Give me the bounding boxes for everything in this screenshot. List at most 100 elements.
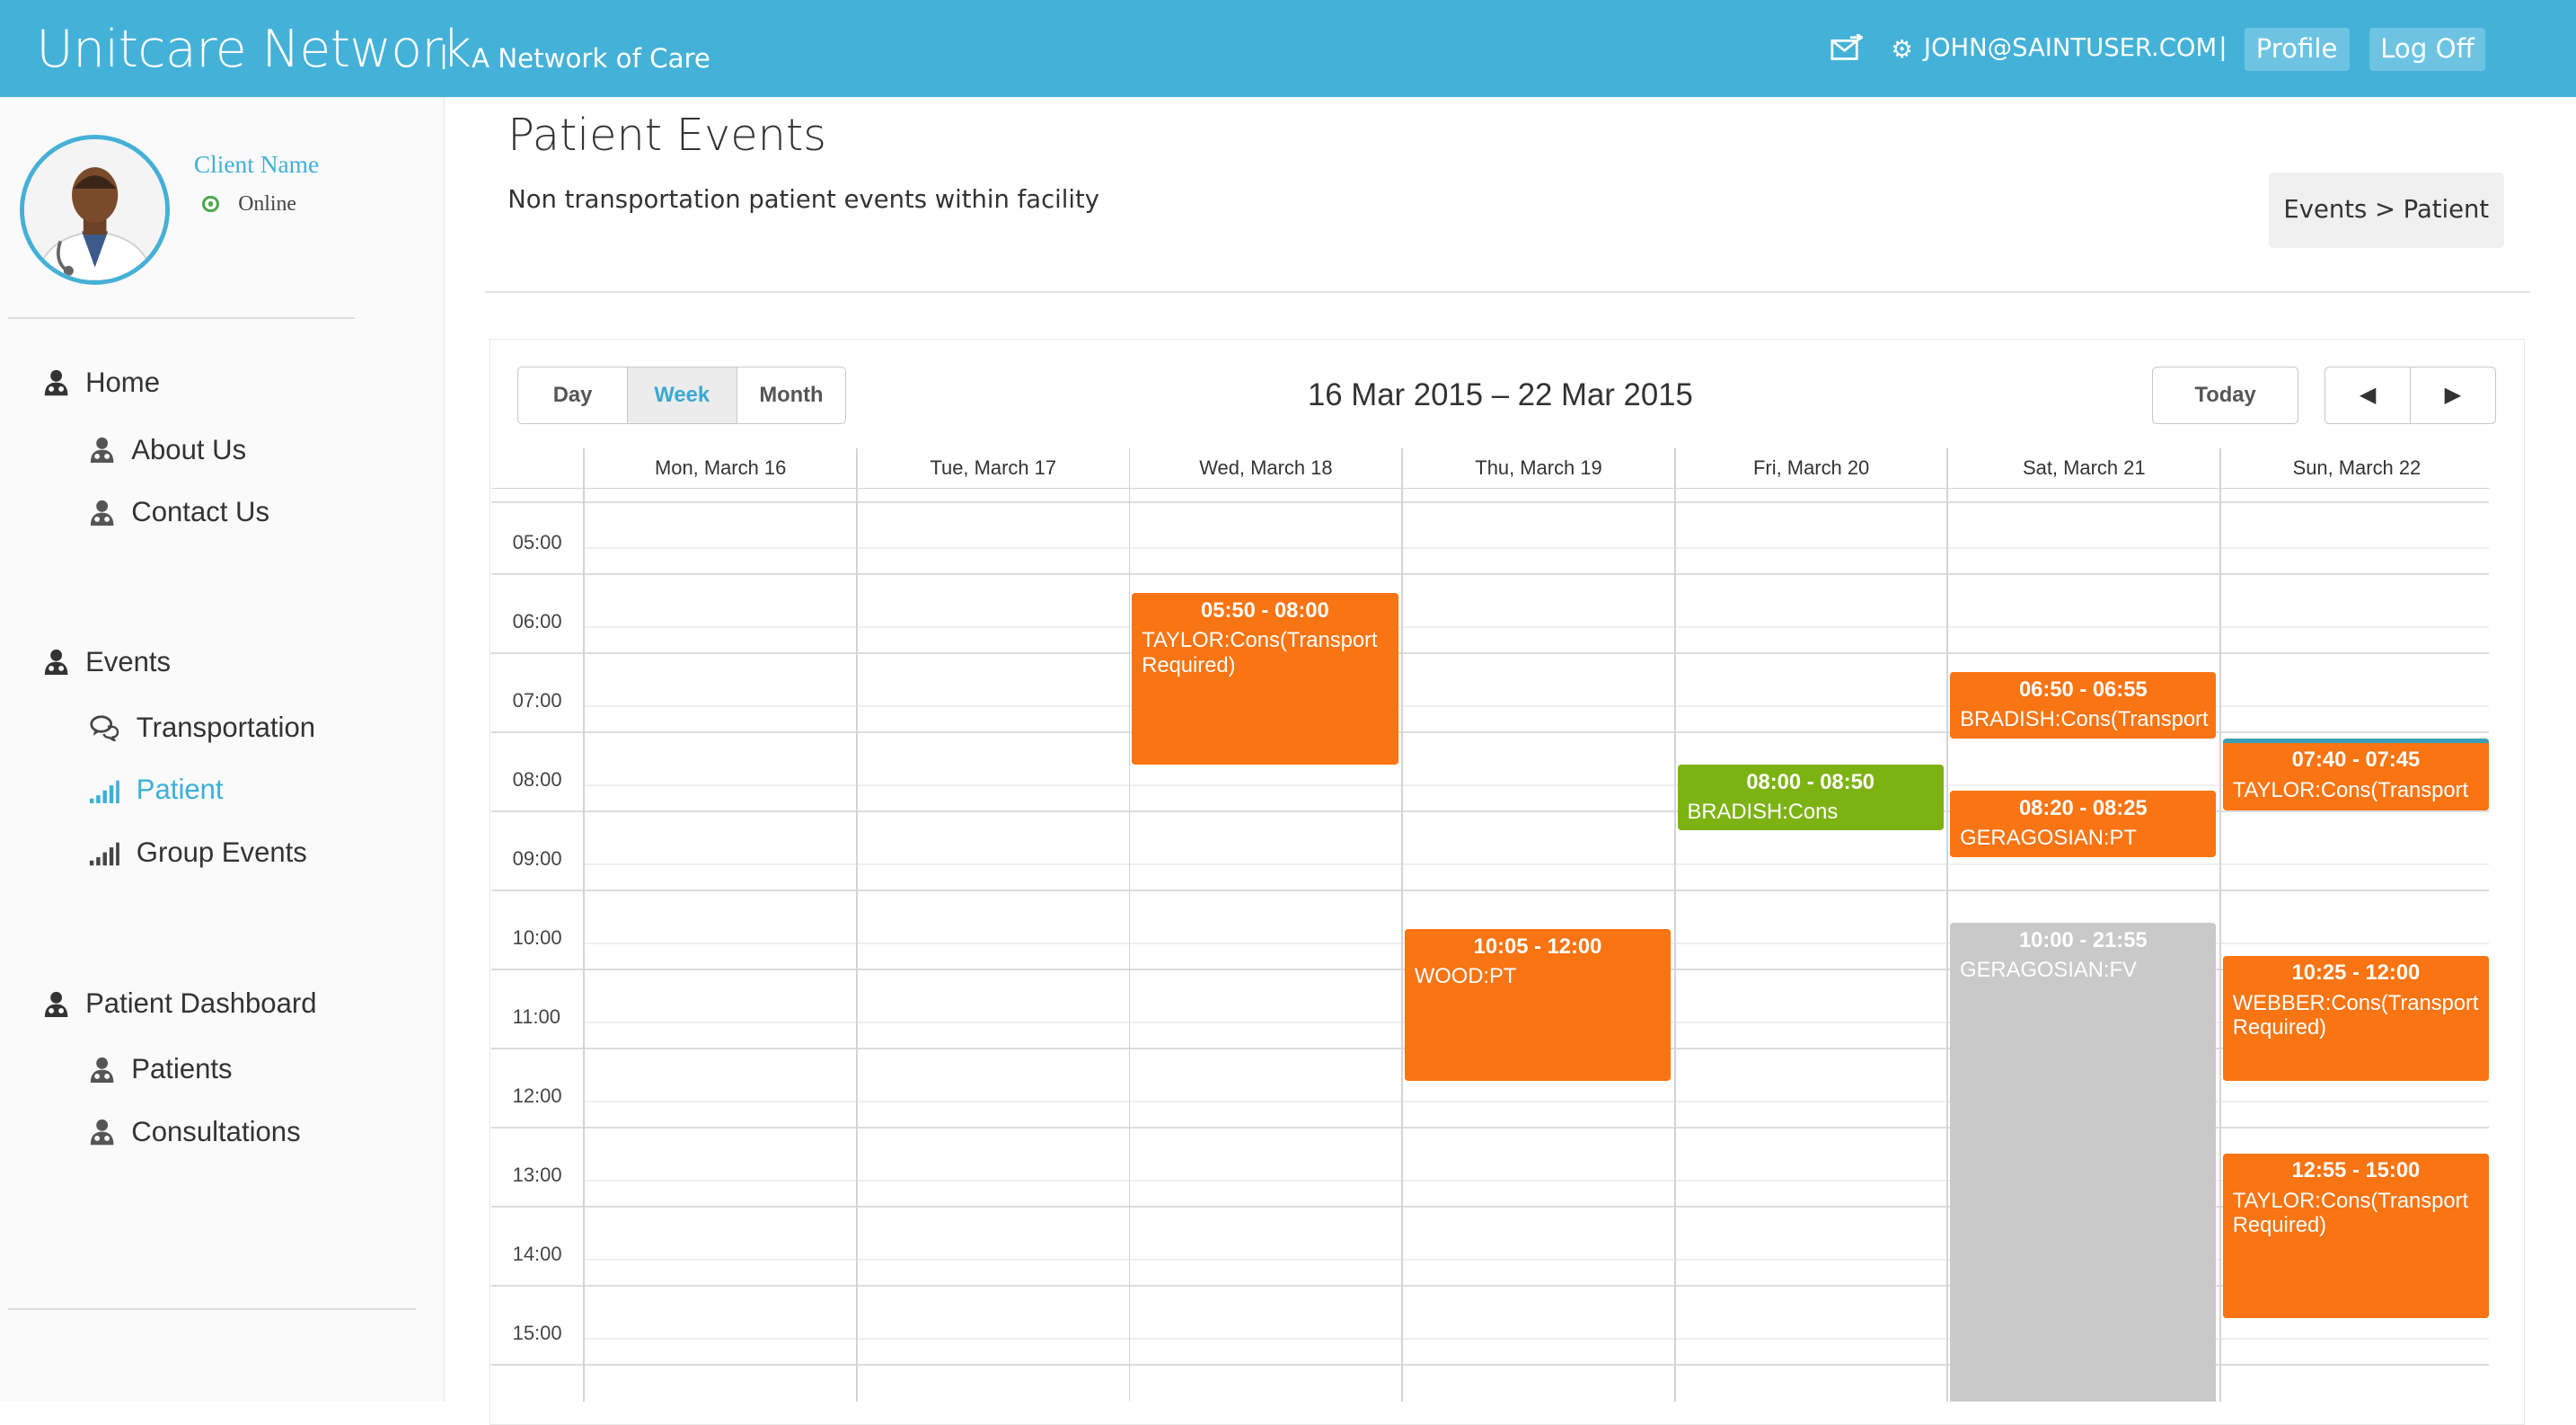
grid-half-line <box>583 863 2490 865</box>
time-label: 11:00 <box>512 1005 560 1028</box>
grid-column-line <box>1673 448 1676 1403</box>
gear-icon[interactable]: ⚙ <box>1891 36 1913 62</box>
sidebar-item-label: About Us <box>131 433 247 465</box>
event-title: WEBBER:Cons(Transport Required) <box>2232 990 2479 1040</box>
online-status: Online <box>238 191 296 216</box>
sidebar-item-contact-us[interactable]: Contact Us <box>89 496 269 528</box>
sidebar-item-transportation[interactable]: Transportation <box>89 712 315 744</box>
page-subtitle: Non transportation patient events within… <box>507 185 1099 214</box>
sidebar-item-group-events[interactable]: Group Events <box>89 836 307 869</box>
online-status-icon <box>201 195 219 213</box>
calendar-event[interactable]: 05:50 - 08:00 TAYLOR:Cons(Transport Requi… <box>1132 593 1398 766</box>
event-time: 12:55 - 15:00 <box>2291 1158 2421 1183</box>
time-label: 05:00 <box>512 530 562 553</box>
signal-bars-icon <box>89 843 119 866</box>
user-icon <box>90 438 114 464</box>
user-icon <box>44 991 67 1017</box>
month-view-button[interactable]: Month <box>737 367 846 424</box>
event-time: 06:50 - 06:55 <box>2018 677 2148 702</box>
calendar-event[interactable]: 12:55 - 15:00 TAYLOR:Cons(Transport Requi… <box>2222 1153 2490 1318</box>
event-time: 08:00 - 08:50 <box>1746 769 1875 794</box>
calendar-event[interactable]: 07:40 - 07:45 TAYLOR:Cons(Transport <box>2222 738 2490 811</box>
time-label: 14:00 <box>512 1242 562 1265</box>
grid-line <box>490 573 2490 576</box>
event-title: GERAGOSIAN:PT <box>1960 826 2137 851</box>
sidebar-item-patients[interactable]: Patients <box>89 1053 233 1085</box>
tagline: A Network of Care <box>471 42 710 74</box>
grid-line <box>490 890 2490 892</box>
time-label: 09:00 <box>512 846 562 870</box>
sidebar-section-events[interactable]: Events <box>43 645 172 678</box>
calendar-event[interactable]: 08:00 - 08:50 BRADISH:Cons <box>1677 765 1944 831</box>
grid-half-line <box>583 784 2490 786</box>
previous-week-button[interactable]: ◀ <box>2325 367 2411 424</box>
top-bar: Unitcare Network | A Network of Care ⚙ J… <box>0 0 2576 97</box>
grid-column-line <box>1128 448 1131 1403</box>
sidebar-item-about-us[interactable]: About Us <box>89 434 246 466</box>
mail-icon[interactable] <box>1831 34 1864 64</box>
time-label: 07:00 <box>512 688 562 712</box>
time-label: 15:00 <box>512 1321 562 1344</box>
user-icon <box>90 1120 114 1146</box>
brand-separator: | <box>440 40 447 70</box>
time-label: 10:00 <box>512 925 562 949</box>
sidebar-divider <box>8 317 356 319</box>
user-icon <box>90 1057 114 1084</box>
calendar-event[interactable]: 10:25 - 12:00 WEBBER:Cons(Transport Requi… <box>2222 955 2490 1081</box>
view-switcher: Day Week Month <box>517 366 847 425</box>
sidebar-section-patient-dashboard[interactable]: Patient Dashboard <box>43 987 317 1020</box>
sidebar-item-label: Consultations <box>131 1115 301 1147</box>
user-email[interactable]: JOHN@SAINTUSER.COM <box>1924 34 2217 62</box>
sidebar-item-patient[interactable]: Patient <box>89 774 224 806</box>
sidebar-item-label: Patients <box>131 1053 233 1085</box>
sidebar-divider <box>8 1307 416 1310</box>
event-time: 05:50 - 08:00 <box>1201 597 1329 623</box>
content-divider <box>484 290 2530 293</box>
next-week-button[interactable]: ▶ <box>2411 367 2495 423</box>
event-title: BRADISH:Cons(Transport <box>1960 707 2209 732</box>
sidebar-item-consultations[interactable]: Consultations <box>89 1116 301 1148</box>
time-label: 08:00 <box>512 767 562 791</box>
grid-column-line <box>583 448 586 1403</box>
user-icon <box>44 650 67 676</box>
user-icon <box>90 500 114 526</box>
event-time: 08:20 - 08:25 <box>2018 795 2148 820</box>
calendar-event[interactable]: 10:00 - 21:55 GERAGOSIAN:FV <box>1950 923 2217 1403</box>
logoff-button[interactable]: Log Off <box>2369 28 2486 71</box>
sidebar-section-home[interactable]: Home <box>43 367 160 399</box>
chat-bubbles-icon <box>90 715 119 741</box>
calendar-date-range: 16 Mar 2015 – 22 Mar 2015 <box>1307 377 1693 412</box>
today-button[interactable]: Today <box>2152 366 2299 425</box>
week-view-button[interactable]: Week <box>627 367 737 424</box>
client-name: Client Name <box>193 151 320 179</box>
calendar-event[interactable]: 10:05 - 12:00 WOOD:PT <box>1404 929 1672 1081</box>
event-title: TAYLOR:Cons(Transport <box>2232 777 2469 802</box>
doctor-avatar-icon <box>23 138 166 281</box>
sidebar-section-label: Patient Dashboard <box>85 987 317 1020</box>
event-time: 10:05 - 12:00 <box>1473 934 1602 959</box>
time-label: 12:00 <box>512 1084 562 1107</box>
user-separator: | <box>2219 32 2227 62</box>
calendar-navigation: ◀ ▶ <box>2325 366 2496 425</box>
calendar-event[interactable]: 06:50 - 06:55 BRADISH:Cons(Transport <box>1950 672 2217 739</box>
avatar <box>19 134 171 286</box>
brand-title[interactable]: Unitcare Network <box>36 20 472 79</box>
page-title: Patient Events <box>507 108 826 161</box>
event-time: 10:25 - 12:00 <box>2291 960 2421 986</box>
event-time: 07:40 - 07:45 <box>2291 748 2421 773</box>
event-title: TAYLOR:Cons(Transport Required) <box>1142 628 1378 677</box>
grid-header-border <box>490 448 2490 490</box>
grid-line <box>490 652 2490 655</box>
event-title: GERAGOSIAN:FV <box>1960 958 2137 982</box>
sidebar-section-label: Home <box>85 366 160 398</box>
grid-column-line <box>1946 448 1949 1403</box>
breadcrumb[interactable]: Events > Patient <box>2268 173 2504 249</box>
grid-half-line <box>583 626 2490 628</box>
sidebar-item-label: Contact Us <box>131 496 270 528</box>
grid-column-line <box>855 448 858 1403</box>
day-view-button[interactable]: Day <box>518 367 628 424</box>
time-label: 13:00 <box>512 1163 562 1186</box>
calendar-event[interactable]: 08:20 - 08:25 GERAGOSIAN:PT <box>1950 791 2217 857</box>
profile-button[interactable]: Profile <box>2244 28 2350 71</box>
sidebar-section-label: Events <box>85 645 172 677</box>
